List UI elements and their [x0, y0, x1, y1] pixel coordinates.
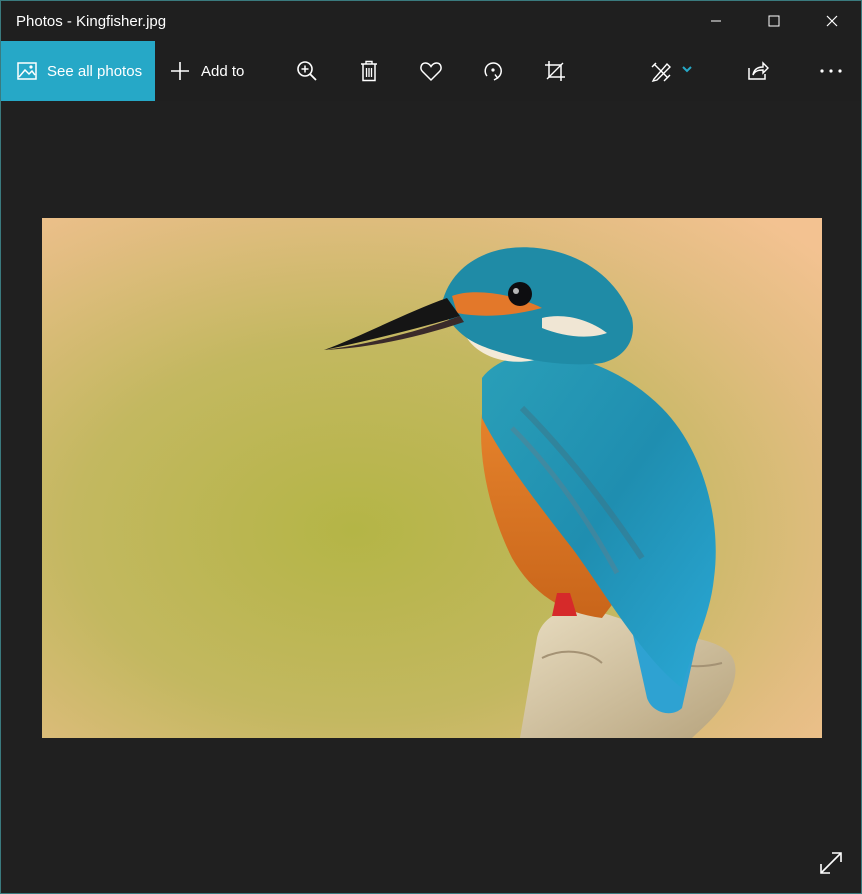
- zoom-button[interactable]: [284, 41, 330, 101]
- close-button[interactable]: [803, 1, 861, 41]
- share-icon: [748, 61, 769, 80]
- maximize-button[interactable]: [745, 1, 803, 41]
- minimize-icon: [711, 20, 721, 22]
- maximize-icon: [768, 15, 780, 27]
- add-to-label: Add to: [201, 62, 245, 80]
- plus-icon: [171, 62, 189, 80]
- kingfisher-illustration: [42, 218, 822, 738]
- more-icon: [820, 69, 842, 73]
- close-icon: [826, 15, 838, 27]
- delete-button[interactable]: [346, 41, 392, 101]
- minimize-button[interactable]: [687, 1, 745, 41]
- title-bar: Photos - Kingfisher.jpg: [1, 1, 861, 41]
- fullscreen-icon: [820, 852, 842, 874]
- rotate-button[interactable]: [470, 41, 516, 101]
- trash-icon: [361, 60, 377, 82]
- favorite-button[interactable]: [408, 41, 454, 101]
- share-button[interactable]: [735, 41, 781, 101]
- toolbar: See all photos Add to: [1, 41, 861, 101]
- window-title: Photos - Kingfisher.jpg: [16, 13, 167, 30]
- fullscreen-button[interactable]: [809, 841, 853, 885]
- rotate-icon: [484, 62, 502, 81]
- edit-create-button[interactable]: [639, 41, 709, 101]
- heart-icon: [420, 62, 442, 82]
- more-button[interactable]: [808, 41, 854, 101]
- crop-button[interactable]: [532, 41, 578, 101]
- image-icon: [17, 62, 37, 80]
- photos-window: Photos - Kingfisher.jpg See all photos A…: [0, 0, 862, 894]
- edit-create-icon: [651, 62, 692, 83]
- zoom-in-icon: [297, 61, 317, 81]
- crop-icon: [545, 61, 565, 81]
- see-all-photos-label: See all photos: [47, 62, 143, 80]
- kingfisher-photo: [42, 218, 822, 738]
- see-all-photos-button[interactable]: See all photos: [1, 41, 155, 101]
- add-to-button[interactable]: Add to: [159, 41, 259, 101]
